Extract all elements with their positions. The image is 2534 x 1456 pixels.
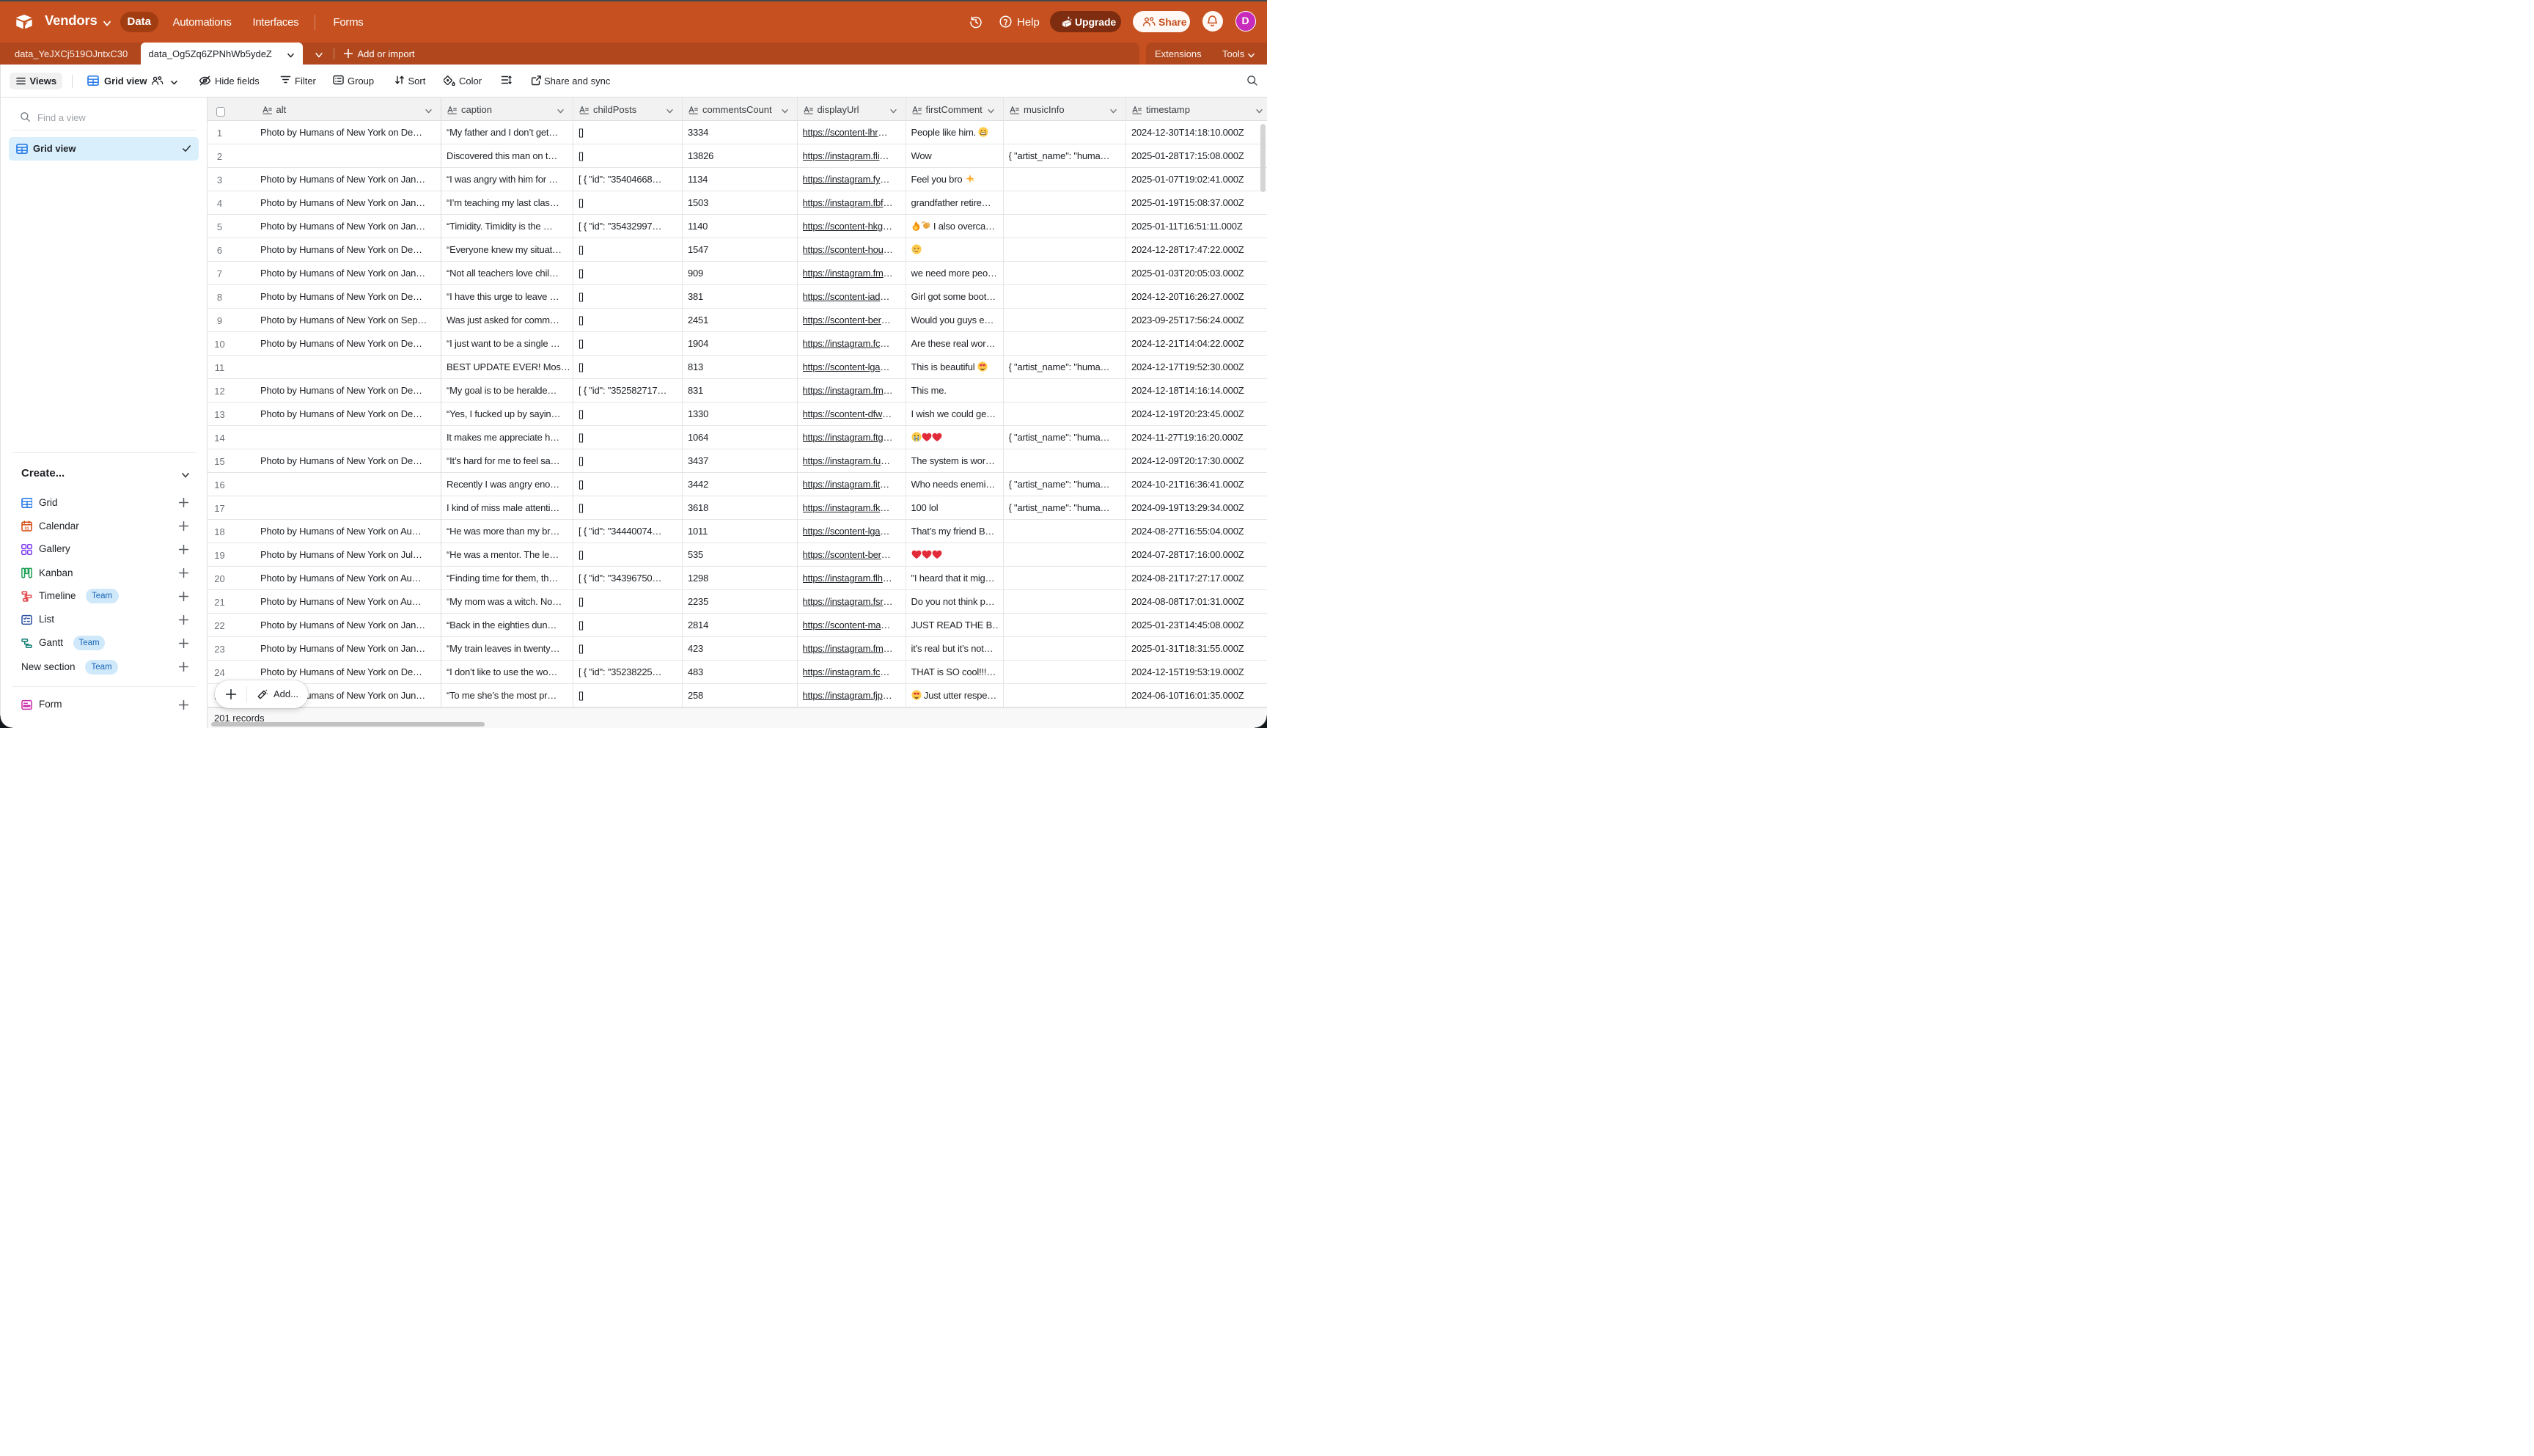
svg-text:31: 31 (24, 526, 29, 531)
